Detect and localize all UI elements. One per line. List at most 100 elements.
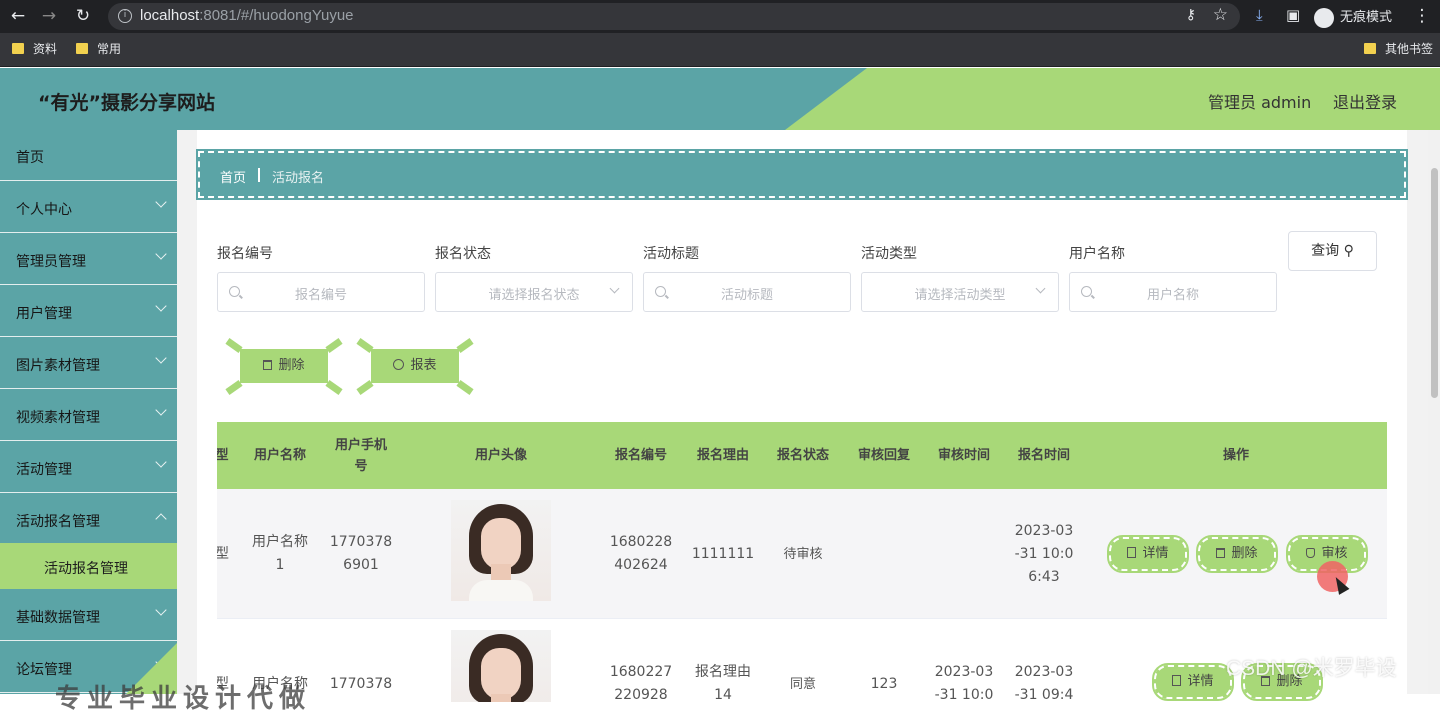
bookmark-folder-1[interactable]: 资料	[12, 41, 57, 57]
cell-status: 同意	[789, 676, 816, 692]
cell-signup-time: 2023-03 -31 09:4	[1014, 664, 1074, 702]
sidebar-item-users[interactable]: 用户管理	[0, 286, 177, 337]
cell-type: 型	[217, 545, 229, 562]
placeholder: 请选择活动类型	[914, 288, 1006, 303]
back-icon[interactable]: ←	[7, 5, 29, 27]
sidebar-subitem-registrations[interactable]: 活动报名管理	[0, 543, 177, 589]
chevron-down-icon	[155, 352, 167, 364]
key-icon[interactable]: ⚷	[1186, 7, 1196, 23]
sidebar-item-profile[interactable]: 个人中心	[0, 182, 177, 233]
bookmark-label: 其他书签	[1385, 42, 1434, 56]
bookmark-label: 常用	[97, 42, 122, 56]
app-header: “有光”摄影分享网站 管理员 admin 退出登录	[0, 68, 1440, 130]
sidebar: 首页 个人中心 管理员管理 用户管理 图片素材管理 视频素材管理 活动管理 活动…	[0, 130, 177, 694]
filter-select-status[interactable]: 请选择报名状态	[435, 272, 633, 312]
breadcrumb: 首页 活动报名	[196, 149, 1408, 200]
query-label: 查询	[1311, 243, 1340, 259]
col-header: 操作	[1222, 448, 1249, 463]
download-icon[interactable]: ⤓	[1256, 6, 1263, 24]
chevron-down-icon	[155, 300, 167, 312]
filter-label-type: 活动类型	[861, 246, 917, 262]
sidebar-item-label: 管理员管理	[16, 254, 86, 270]
incognito-indicator[interactable]: 无痕模式	[1314, 5, 1392, 28]
filter-input-title[interactable]: 活动标题	[643, 272, 851, 312]
table-row: 型 用户名称 1 1770378 6901 1680228 402624 111…	[217, 489, 1387, 619]
cell-reason: 1111111	[691, 545, 755, 562]
query-button[interactable]: 查询 ⚲	[1288, 231, 1377, 271]
sidebar-item-activities[interactable]: 活动管理	[0, 442, 177, 493]
sidebar-item-basedata[interactable]: 基础数据管理	[0, 590, 177, 641]
detail-button[interactable]: 详情	[1107, 535, 1189, 573]
bookmark-label: 资料	[33, 42, 58, 56]
bookmark-star-icon[interactable]: ☆	[1213, 5, 1228, 25]
sidebar-item-label: 基础数据管理	[16, 610, 100, 626]
user-avatar[interactable]	[451, 630, 551, 702]
placeholder: 请选择报名状态	[488, 288, 580, 303]
sidebar-item-registrations[interactable]: 活动报名管理	[0, 494, 177, 545]
filter-label-user: 用户名称	[1069, 246, 1125, 262]
url-host: localhost	[140, 7, 200, 24]
sidebar-item-admins[interactable]: 管理员管理	[0, 234, 177, 285]
table-row: 型 用户名称 1770378 1680227 220928 报名理由 14 同意…	[217, 619, 1387, 702]
delete-label: 删除	[1231, 546, 1258, 561]
browser-toolbar: ← → ↻ i localhost:8081/#/huodongYuyue ⚷ …	[0, 0, 1440, 33]
delete-label: 删除	[278, 358, 305, 373]
cell-signup-time: 2023-03 -31 10:0 6:43	[1014, 522, 1074, 585]
bookmark-folder-2[interactable]: 常用	[76, 41, 121, 57]
document-icon	[1172, 675, 1182, 686]
cell-reply	[848, 489, 920, 619]
sidepanel-icon[interactable]: ▣	[1286, 6, 1300, 24]
table-header: 型 用户名称 用户手机 号 用户头像 报名编号 报名理由 报名状态 审核回复 审…	[217, 422, 1387, 489]
delete-button[interactable]: 删除	[1196, 535, 1278, 573]
other-bookmarks[interactable]: 其他书签	[1364, 41, 1433, 57]
chevron-up-icon	[155, 513, 167, 525]
reload-icon[interactable]: ↻	[72, 5, 94, 27]
sidebar-item-images[interactable]: 图片素材管理	[0, 338, 177, 389]
sidebar-item-label: 活动报名管理	[16, 514, 100, 530]
cell-audit-time	[928, 489, 1000, 619]
col-header: 报名理由	[696, 448, 749, 463]
cell-audit-time: 2023-03 -31 10:0	[934, 664, 994, 702]
scrollbar-thumb[interactable]	[1431, 168, 1438, 398]
filter-select-type[interactable]: 请选择活动类型	[861, 272, 1059, 312]
sidebar-item-label: 个人中心	[16, 202, 72, 218]
filter-label-status: 报名状态	[435, 246, 491, 262]
cell-user: 用户名称 1	[252, 534, 308, 573]
address-bar[interactable]: i localhost:8081/#/huodongYuyue ⚷ ☆	[108, 3, 1240, 30]
breadcrumb-home[interactable]: 首页	[220, 167, 246, 186]
folder-icon	[76, 43, 88, 54]
pie-chart-icon	[393, 359, 405, 370]
menu-kebab-icon[interactable]: ⋮	[1411, 5, 1433, 27]
logout-link[interactable]: 退出登录	[1333, 89, 1397, 113]
cell-code: 1680227 220928	[609, 664, 673, 702]
cell-phone: 1770378	[329, 675, 393, 692]
sidebar-item-label: 视频素材管理	[16, 410, 100, 426]
filter-input-user[interactable]: 用户名称	[1069, 272, 1277, 312]
placeholder: 活动标题	[720, 288, 773, 303]
sidebar-item-label: 活动管理	[16, 462, 72, 478]
report-button[interactable]: 报表	[371, 349, 459, 383]
incognito-label: 无痕模式	[1340, 9, 1393, 24]
batch-delete-button[interactable]: 删除	[240, 349, 328, 383]
user-avatar[interactable]	[451, 500, 551, 601]
col-header: 报名时间	[1017, 448, 1070, 463]
col-header: 审核回复	[857, 448, 910, 463]
col-header: 用户名称	[253, 448, 306, 463]
search-icon: ⚲	[1343, 243, 1354, 259]
admin-label: 管理员 admin	[1208, 93, 1312, 112]
filter-label-code: 报名编号	[217, 246, 273, 262]
col-header: 报名状态	[776, 448, 829, 463]
site-info-icon[interactable]: i	[118, 9, 132, 23]
filter-input-code[interactable]: 报名编号	[217, 272, 425, 312]
report-label: 报表	[410, 358, 437, 373]
sidebar-item-videos[interactable]: 视频素材管理	[0, 390, 177, 441]
cell-code: 1680228 402624	[609, 534, 673, 573]
detail-label: 详情	[1142, 546, 1169, 561]
col-header: 用户头像	[474, 448, 527, 463]
forward-icon[interactable]: →	[38, 5, 60, 27]
chevron-down-icon	[155, 248, 167, 260]
chevron-down-icon	[155, 456, 167, 468]
cell-phone: 1770378 6901	[329, 534, 393, 573]
trash-icon	[1216, 548, 1226, 558]
sidebar-item-home[interactable]: 首页	[0, 130, 177, 181]
